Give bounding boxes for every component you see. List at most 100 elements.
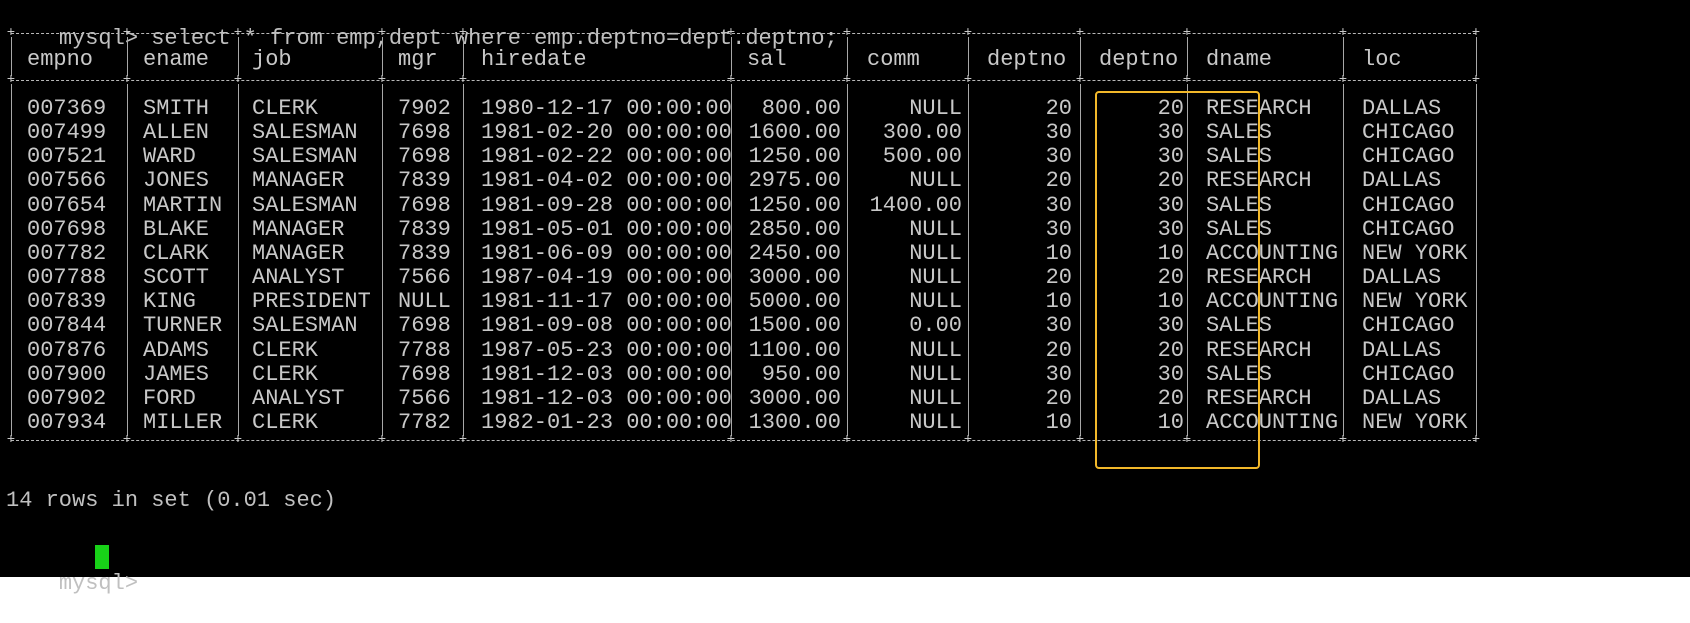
table-cell: 1981-12-03 00:00:00: [481, 361, 732, 387]
table-cell: NULL: [909, 385, 962, 411]
table-cell: 20: [1045, 96, 1072, 121]
table-border-corner: +: [6, 432, 16, 448]
table-border-vertical: [1476, 37, 1477, 76]
table-border-vertical: [1080, 84, 1081, 436]
table-cell: 950.00: [761, 361, 841, 387]
table-cell: 30: [1045, 216, 1072, 242]
table-cell: 30: [1045, 120, 1072, 146]
column-header: empno: [27, 47, 94, 72]
column-header: deptno: [987, 47, 1067, 72]
table-cell: CLERK: [252, 96, 319, 121]
table-cell: 7698: [398, 192, 451, 218]
table-border-corner: +: [458, 432, 468, 448]
table-cell: 500.00: [882, 144, 962, 170]
table-cell: 007369: [27, 96, 107, 121]
table-cell: DALLAS: [1362, 385, 1442, 411]
table-cell: SMITH: [143, 96, 210, 121]
table-cell: 1600.00: [748, 120, 841, 146]
table-cell: 20: [1045, 168, 1072, 194]
table-cell: DALLAS: [1362, 337, 1442, 363]
table-border-corner: +: [726, 432, 736, 448]
table-cell: ANALYST: [252, 385, 345, 411]
table-cell: 7698: [398, 144, 451, 170]
table-cell: 7698: [398, 313, 451, 339]
table-cell: NULL: [909, 337, 962, 363]
table-cell: 1981-06-09 00:00:00: [481, 240, 732, 266]
terminal-window[interactable]: mysql> select * from emp,dept where emp.…: [0, 0, 1690, 596]
table-cell: CLERK: [252, 337, 319, 363]
table-cell: 007654: [27, 192, 107, 218]
table-cell: 1987-05-23 00:00:00: [481, 337, 732, 363]
table-border-corner: +: [1471, 432, 1481, 448]
table-cell: 007900: [27, 361, 107, 387]
table-cell: ADAMS: [143, 337, 210, 363]
table-cell: SALESMAN: [252, 120, 358, 146]
table-cell: KING: [143, 289, 196, 315]
table-cell: CLARK: [143, 240, 210, 266]
table-border-corner: +: [1075, 432, 1085, 448]
table-cell: 30: [1045, 144, 1072, 170]
table-cell: MILLER: [143, 409, 223, 435]
table-cell: NEW YORK: [1362, 409, 1468, 435]
column-header: loc: [1362, 47, 1402, 72]
table-border-corner: +: [842, 432, 852, 448]
table-border-vertical: [1080, 37, 1081, 76]
table-border-vertical: [238, 37, 239, 76]
deptno-highlight-box: [1095, 91, 1260, 469]
table-cell: 1981-09-28 00:00:00: [481, 192, 732, 218]
table-border-vertical: [847, 37, 848, 76]
table-border-vertical: [1343, 37, 1344, 76]
table-cell: CHICAGO: [1362, 120, 1455, 146]
table-cell: CHICAGO: [1362, 361, 1455, 387]
result-status: 14 rows in set (0.01 sec): [6, 488, 337, 513]
table-border-vertical: [127, 84, 128, 436]
table-border-vertical: [238, 84, 239, 436]
table-border-corner: +: [377, 432, 387, 448]
table-border-vertical: [382, 84, 383, 436]
table-cell: 007876: [27, 337, 107, 363]
column-header: deptno: [1099, 47, 1179, 72]
table-cell: 1250.00: [748, 144, 841, 170]
table-cell: 1250.00: [748, 192, 841, 218]
table-cell: 007566: [27, 168, 107, 194]
table-cell: NULL: [909, 216, 962, 242]
column-header: hiredate: [481, 47, 587, 72]
table-cell: 1982-01-23 00:00:00: [481, 409, 732, 435]
table-cell: 7839: [398, 240, 451, 266]
table-cell: MARTIN: [143, 192, 223, 218]
table-border-vertical: [1187, 37, 1188, 76]
column-header: ename: [143, 47, 210, 72]
table-border-vertical: [1343, 84, 1344, 436]
table-cell: TURNER: [143, 313, 223, 339]
table-cell: 10: [1045, 240, 1072, 266]
table-cell: CLERK: [252, 361, 319, 387]
table-cell: NULL: [909, 289, 962, 315]
table-border-vertical: [463, 84, 464, 436]
table-cell: NULL: [398, 289, 451, 315]
next-prompt-line[interactable]: mysql>: [6, 545, 138, 596]
table-cell: 1987-04-19 00:00:00: [481, 265, 732, 291]
table-cell: FORD: [143, 385, 196, 411]
table-cell: 7839: [398, 216, 451, 242]
table-cell: 2450.00: [748, 240, 841, 266]
table-border-vertical: [731, 37, 732, 76]
table-cell: 1300.00: [748, 409, 841, 435]
table-top-border: [11, 33, 1476, 34]
table-border-vertical: [382, 37, 383, 76]
table-border-corner: +: [233, 432, 243, 448]
table-border-corner: +: [1338, 432, 1348, 448]
column-header: mgr: [398, 47, 438, 72]
table-cell: 1980-12-17 00:00:00: [481, 96, 732, 121]
table-cell: 007902: [27, 385, 107, 411]
table-cell: 7566: [398, 385, 451, 411]
table-cell: CLERK: [252, 409, 319, 435]
table-cell: 007844: [27, 313, 107, 339]
table-cell: 30: [1045, 192, 1072, 218]
column-header: dname: [1206, 47, 1273, 72]
table-cell: ALLEN: [143, 120, 210, 146]
table-cell: 1981-11-17 00:00:00: [481, 289, 732, 315]
table-cell: 10: [1045, 409, 1072, 435]
table-cell: JAMES: [143, 361, 210, 387]
table-cell: SALESMAN: [252, 144, 358, 170]
table-cell: MANAGER: [252, 168, 345, 194]
